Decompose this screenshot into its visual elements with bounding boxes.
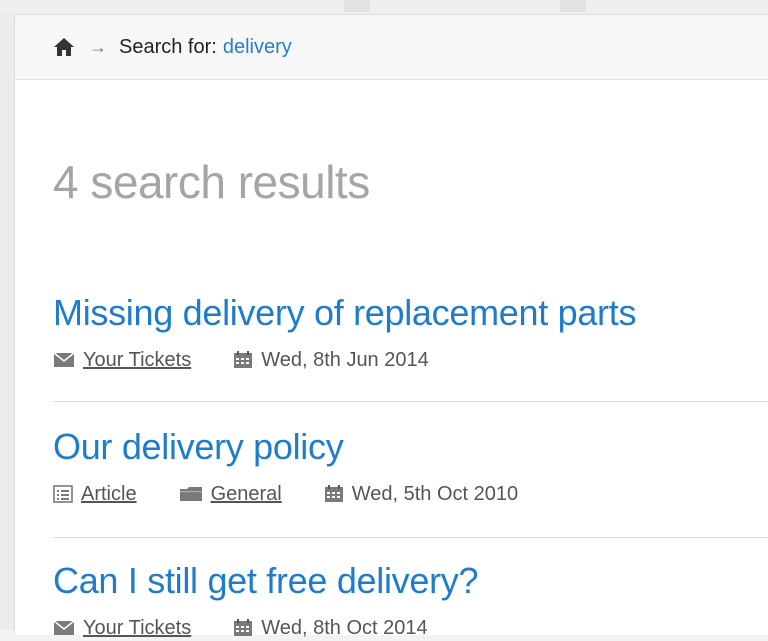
- result-divider: [53, 401, 768, 402]
- result-title-link[interactable]: Missing delivery of replacement parts: [53, 293, 768, 333]
- home-icon: [54, 38, 74, 56]
- result-date: Wed, 8th Jun 2014: [261, 348, 429, 371]
- result-meta: Your Tickets Wed, 8th Jun 2014: [53, 347, 768, 373]
- search-result: Our delivery policy Article General Wed,…: [53, 427, 768, 507]
- search-result: Can I still get free delivery? Your Tick…: [53, 561, 768, 641]
- folder-icon: [179, 487, 202, 501]
- result-divider: [53, 537, 768, 538]
- result-date: Wed, 8th Oct 2014: [261, 616, 428, 639]
- calendar-icon: [324, 485, 343, 502]
- result-meta: Your Tickets Wed, 8th Oct 2014: [53, 615, 768, 641]
- home-link[interactable]: [53, 37, 75, 57]
- article-link[interactable]: Article: [81, 483, 137, 506]
- meta-date: Wed, 8th Oct 2014: [233, 616, 428, 640]
- result-title-link[interactable]: Can I still get free delivery?: [53, 561, 768, 601]
- results-count-heading: 4 search results: [53, 156, 370, 208]
- meta-type: Article: [53, 483, 137, 506]
- meta-date: Wed, 8th Jun 2014: [233, 349, 429, 372]
- background-tick: [344, 0, 370, 12]
- envelope-icon: [53, 620, 75, 635]
- result-meta: Article General Wed, 5th Oct 2010: [53, 481, 768, 507]
- background-strip-top: [0, 0, 768, 14]
- breadcrumb-separator: →: [89, 36, 107, 57]
- background-strip-left: [0, 14, 14, 630]
- meta-tickets: Your Tickets: [53, 349, 191, 372]
- search-result: Missing delivery of replacement parts Yo…: [53, 293, 768, 373]
- calendar-icon: [234, 351, 253, 368]
- result-date: Wed, 5th Oct 2010: [351, 482, 519, 505]
- your-tickets-link[interactable]: Your Tickets: [83, 349, 191, 372]
- search-query-link[interactable]: delivery: [223, 36, 292, 59]
- search-results-panel: → Search for: delivery 4 search results …: [14, 14, 768, 639]
- envelope-icon: [53, 352, 75, 367]
- article-icon: [53, 485, 73, 503]
- breadcrumb-label: Search for:: [119, 35, 217, 58]
- calendar-icon: [234, 619, 253, 636]
- meta-date: Wed, 5th Oct 2010: [324, 483, 518, 506]
- meta-category: General: [179, 483, 282, 506]
- meta-tickets: Your Tickets: [53, 617, 191, 640]
- breadcrumb: → Search for: delivery: [15, 15, 768, 80]
- general-category-link[interactable]: General: [211, 483, 282, 506]
- background-tick: [560, 0, 586, 12]
- your-tickets-link[interactable]: Your Tickets: [83, 617, 191, 640]
- result-title-link[interactable]: Our delivery policy: [53, 427, 768, 467]
